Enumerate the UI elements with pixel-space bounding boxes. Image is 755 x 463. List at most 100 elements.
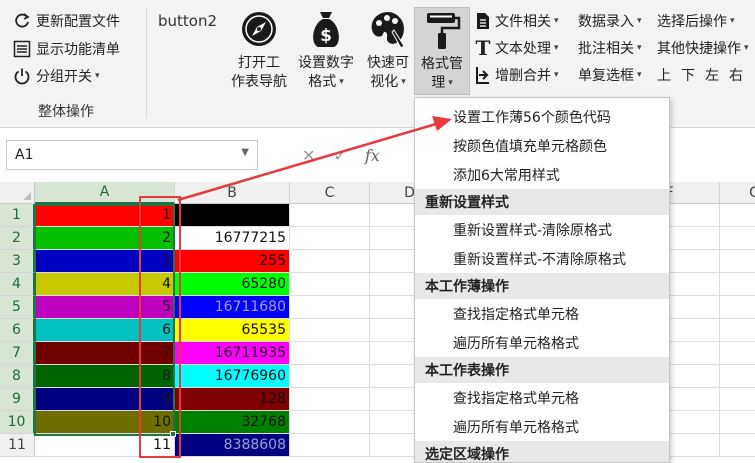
quick-visualize-button[interactable]: 快速可 视化 ▾: [362, 8, 414, 92]
update-config-button[interactable]: 更新配置文件: [12, 10, 120, 32]
column-header-a[interactable]: A: [35, 182, 175, 204]
cell-g[interactable]: [720, 319, 755, 342]
cell-a[interactable]: 11: [35, 434, 175, 457]
cell-b[interactable]: 32768: [175, 411, 290, 434]
cell-a[interactable]: 1: [35, 204, 175, 227]
menu-item[interactable]: 设置工作薄56个颜色代码: [415, 102, 669, 132]
row-header[interactable]: 4: [0, 273, 35, 296]
cell-c[interactable]: [290, 227, 370, 250]
list-icon: [12, 39, 32, 59]
cell-a[interactable]: 10: [35, 411, 175, 434]
cell-b[interactable]: 8388608: [175, 434, 290, 457]
checkbox-button[interactable]: 单复选框 ▾: [578, 64, 642, 86]
cell-g[interactable]: [720, 273, 755, 296]
cell-b[interactable]: 16711680: [175, 296, 290, 319]
cell-g[interactable]: [720, 227, 755, 250]
show-function-list-button[interactable]: 显示功能清单: [12, 38, 120, 60]
cell-g[interactable]: [720, 296, 755, 319]
cell-c[interactable]: [290, 342, 370, 365]
row-header[interactable]: 6: [0, 319, 35, 342]
row-header[interactable]: 8: [0, 365, 35, 388]
cell-a[interactable]: 2: [35, 227, 175, 250]
cell-c[interactable]: [290, 319, 370, 342]
menu-item[interactable]: 按颜色值填充单元格颜色: [415, 131, 669, 161]
cancel-icon[interactable]: ✕: [302, 146, 315, 165]
show-function-list-label: 显示功能清单: [36, 42, 120, 58]
row-header[interactable]: 2: [0, 227, 35, 250]
right-button[interactable]: 右: [729, 64, 743, 86]
cell-c[interactable]: [290, 250, 370, 273]
cell-g[interactable]: [720, 411, 755, 434]
cell-c[interactable]: [290, 204, 370, 227]
after-select-ops-button[interactable]: 选择后操作 ▾: [657, 10, 735, 32]
cell-a[interactable]: 7: [35, 342, 175, 365]
column-header-g[interactable]: G: [720, 182, 755, 204]
cell-g[interactable]: [720, 388, 755, 411]
cell-a[interactable]: 9: [35, 388, 175, 411]
text-processing-button[interactable]: T 文本处理 ▾: [474, 36, 559, 60]
cell-a[interactable]: 8: [35, 365, 175, 388]
menu-item[interactable]: 遍历所有单元格格式: [415, 412, 669, 442]
cell-b[interactable]: 16711935: [175, 342, 290, 365]
cell-c[interactable]: [290, 296, 370, 319]
file-related-label: 文件相关: [495, 14, 551, 30]
column-header-c[interactable]: C: [290, 182, 370, 204]
cell-b[interactable]: 16777215: [175, 227, 290, 250]
comments-button[interactable]: 批注相关 ▾: [578, 37, 642, 59]
chevron-down-icon[interactable]: ▼: [241, 147, 249, 158]
cell-g[interactable]: [720, 434, 755, 457]
menu-item[interactable]: 查找指定格式单元格: [415, 299, 669, 329]
up-button[interactable]: 上: [657, 64, 671, 86]
cell-a[interactable]: 4: [35, 273, 175, 296]
confirm-icon[interactable]: ✓: [333, 146, 346, 165]
cell-c[interactable]: [290, 365, 370, 388]
cell-g[interactable]: [720, 250, 755, 273]
menu-item[interactable]: 重新设置样式-清除原格式: [415, 215, 669, 245]
row-header[interactable]: 10: [0, 411, 35, 434]
cell-g[interactable]: [720, 204, 755, 227]
cell-a[interactable]: 5: [35, 296, 175, 319]
function-icon[interactable]: fx: [365, 146, 380, 165]
cell-b[interactable]: 255: [175, 250, 290, 273]
name-box[interactable]: A1 ▼: [6, 140, 258, 170]
row-header[interactable]: 9: [0, 388, 35, 411]
row-header[interactable]: 1: [0, 204, 35, 227]
row-header[interactable]: 7: [0, 342, 35, 365]
other-shortcuts-button[interactable]: 其他快捷操作 ▾: [657, 37, 749, 59]
cell-b[interactable]: 65535: [175, 319, 290, 342]
button2[interactable]: button2: [158, 12, 217, 30]
cell-g[interactable]: [720, 365, 755, 388]
format-management-button[interactable]: 格式管 理 ▾: [414, 7, 470, 95]
cell-b[interactable]: 65280: [175, 273, 290, 296]
menu-item[interactable]: 查找指定格式单元格: [415, 383, 669, 413]
cell-b[interactable]: [175, 204, 290, 227]
cell-b[interactable]: 16776960: [175, 365, 290, 388]
formula-controls: ✕ ✓ fx: [262, 140, 422, 170]
menu-item[interactable]: 遍历所有单元格格式: [415, 328, 669, 358]
fill-handle[interactable]: [170, 431, 176, 437]
row-header[interactable]: 11: [0, 434, 35, 457]
cell-c[interactable]: [290, 273, 370, 296]
cell-c[interactable]: [290, 434, 370, 457]
row-header[interactable]: 3: [0, 250, 35, 273]
insert-delete-merge-button[interactable]: 增删合并 ▾: [474, 64, 559, 86]
group-toggle-button[interactable]: 分组开关 ▾: [12, 65, 100, 87]
menu-item[interactable]: 添加6大常用样式: [415, 160, 669, 190]
down-button[interactable]: 下: [681, 64, 695, 86]
file-related-button[interactable]: 文件相关 ▾: [474, 10, 559, 32]
select-all-corner[interactable]: [0, 182, 35, 204]
cell-b[interactable]: 128: [175, 388, 290, 411]
cell-c[interactable]: [290, 411, 370, 434]
cell-c[interactable]: [290, 388, 370, 411]
cell-a[interactable]: 6: [35, 319, 175, 342]
cell-a[interactable]: 3: [35, 250, 175, 273]
row-header[interactable]: 5: [0, 296, 35, 319]
menu-item[interactable]: 重新设置样式-不清除原格式: [415, 244, 669, 274]
column-header-b[interactable]: B: [175, 182, 290, 204]
set-number-format-button[interactable]: $ 设置数字 格式 ▾: [293, 8, 359, 92]
cell-g[interactable]: [720, 342, 755, 365]
left-button[interactable]: 左: [705, 64, 719, 86]
open-sheet-navigator-button[interactable]: 打开工 作表导航: [228, 8, 290, 92]
data-entry-button[interactable]: 数据录入 ▾: [578, 10, 642, 32]
chevron-down-icon: ▾: [401, 77, 406, 87]
